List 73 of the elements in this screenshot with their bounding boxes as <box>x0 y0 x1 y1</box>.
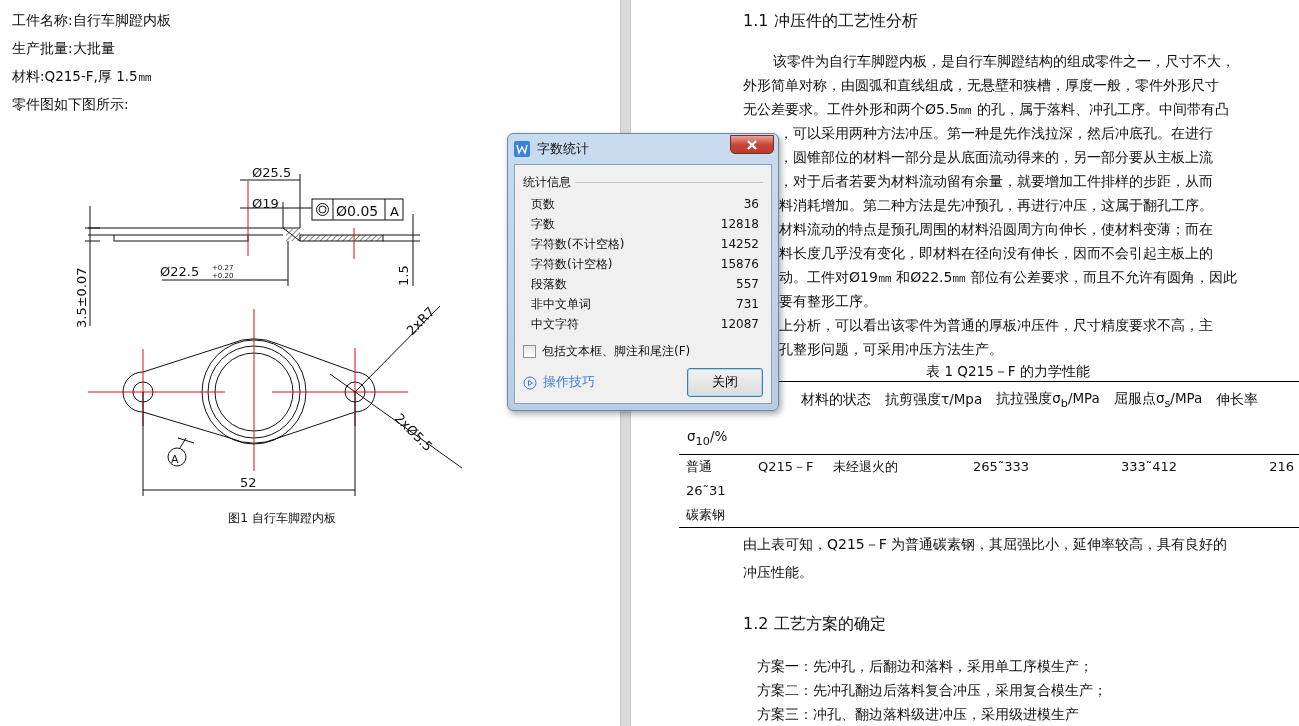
table-text: 普通 <box>686 457 713 476</box>
table-text: 216 <box>1268 457 1295 476</box>
app-icon <box>514 141 530 157</box>
body-text: 料消耗增加。第二种方法是先冲预孔，再进行冲压，这属于翻孔工序。 <box>779 195 1214 215</box>
dimension-label: Ø0.05 <box>336 203 379 219</box>
table-text: 265˜333 <box>973 457 1031 476</box>
body-text: 零件图如下图所示: <box>12 95 130 114</box>
stat-value: 12087 <box>720 317 759 331</box>
body-text: 材料:Q215-F,厚 1.5㎜ <box>12 67 153 86</box>
section-title: 统计信息 <box>523 173 571 191</box>
body-text: 冲压性能。 <box>743 563 814 582</box>
body-text: ，圆锥部位的材料一部分是从底面流动得来的，另一部分要从主板上流 <box>779 147 1214 167</box>
stat-label: 字符数(计空格) <box>531 255 613 273</box>
stat-label: 中文字符 <box>531 315 579 333</box>
dimension-label: A <box>390 204 399 219</box>
stat-value: 557 <box>736 277 759 291</box>
checkbox[interactable] <box>523 345 536 358</box>
tips-link[interactable]: 操作技巧 <box>523 374 595 391</box>
table-header-text: 材料的状态 <box>801 390 871 409</box>
table-text: 333˜412 <box>1121 457 1179 476</box>
body-text: 工件名称:自行车脚蹬内板 <box>12 11 172 30</box>
table-caption: 表 1 Q215－F 的力学性能 <box>926 362 1090 379</box>
body-text: 要有整形工序。 <box>779 291 878 311</box>
stat-value: 731 <box>736 297 759 311</box>
checkbox-label: 包括文本框、脚注和尾注(F) <box>542 343 691 360</box>
dimension-label: 1.5 <box>396 265 411 286</box>
table-text: Q215－F <box>758 457 815 476</box>
stat-label: 字符数(不计空格) <box>531 235 625 253</box>
dimension-label: Ø25.5 <box>252 165 292 180</box>
body-text: 生产批量:大批量 <box>12 39 116 58</box>
body-text: 无公差要求。工件外形和两个Ø5.5㎜ 的孔，属于落料、冲孔工序。中间带有凸 <box>743 99 1230 119</box>
stat-label: 段落数 <box>531 275 567 293</box>
figure-caption: 图1 自行车脚蹬内板 <box>228 511 336 525</box>
table-header-text: 抗拉强度σ$_{b}$/MPa <box>996 389 1100 410</box>
close-dialog-button[interactable]: 关闭 <box>687 368 763 397</box>
body-text: 方案三：冲孔、翻边落料级进冲压，采用级进模生产 <box>757 705 1080 724</box>
play-icon <box>523 375 537 390</box>
body-text: 上分析，可以看出该零件为普通的厚板冲压件，尺寸精度要求不高，主 <box>779 315 1214 335</box>
body-text: 动。工件对Ø19㎜ 和Ø22.5㎜ 部位有公差要求，而且不允许有圆角，因此 <box>779 267 1238 287</box>
table-header-text: 屈服点σ$_{s}$/MPa <box>1113 389 1203 410</box>
stat-label: 字数 <box>531 215 555 233</box>
body-text: 孔整形问题，可采用冲压方法生产。 <box>779 339 1004 359</box>
stat-value: 36 <box>743 197 759 211</box>
table-header-text: 抗剪强度τ/Mpa <box>885 390 983 409</box>
body-text: 该零件为自行车脚蹬内板，是自行车脚蹬结构的组成零件之一，尺寸不大， <box>773 51 1236 71</box>
body-text: 外形简单对称，由圆弧和直线组成，无悬壁和狭槽，厚度一般，零件外形尺寸 <box>743 75 1220 95</box>
body-text: 由上表可知，Q215－F 为普通碳素钢，其屈强比小，延伸率较高，具有良好的 <box>743 535 1229 554</box>
stat-value: 15876 <box>720 257 759 271</box>
table-text: 碳素钢 <box>686 506 725 522</box>
stat-value: 12818 <box>720 217 759 231</box>
body-text: 材料流动的特点是预孔周围的材料沿圆周方向伸长，使材料变薄；而在 <box>779 219 1214 239</box>
dimension-label: A <box>171 453 179 466</box>
stat-label: 页数 <box>531 195 555 213</box>
stat-label: 非中文单词 <box>531 295 591 313</box>
dimension-label: 52 <box>240 475 257 490</box>
body-text: 方案二：先冲孔翻边后落料复合冲压，采用复合模生产； <box>757 681 1108 700</box>
table-text: 未经退火的 <box>833 457 899 476</box>
body-text: ，可以采用两种方法冲压。第一种是先作浅拉深，然后冲底孔。在进行 <box>779 123 1214 143</box>
dimension-label: Ø19 <box>252 196 279 211</box>
body-text: ，对于后者若要为材料流动留有余量，就要增加工件排样的步距，从而 <box>779 171 1214 191</box>
stat-value: 14252 <box>720 237 759 251</box>
dimension-label: 3.5±0.07 <box>74 267 89 328</box>
body-text: 方案一：先冲孔，后翻边和落料，采用单工序模生产； <box>757 657 1094 676</box>
table-text: 26˜31 <box>686 482 726 498</box>
section-heading: 1.2 工艺方案的确定 <box>743 613 887 635</box>
close-button[interactable] <box>730 135 774 154</box>
table-header-text: σ$_{10}$/% <box>687 427 728 444</box>
body-text: 料长度几乎没有变化，即材料在径向没有伸长，因而不会引起主板上的 <box>779 243 1214 263</box>
dialog-title: 字数统计 <box>537 140 589 158</box>
table-header-text: 伸长率 <box>1216 390 1259 409</box>
dimension-label: Ø22.5 <box>160 264 200 279</box>
section-heading: 1.1 冲压件的工艺性分析 <box>743 10 919 32</box>
close-icon <box>746 139 758 150</box>
